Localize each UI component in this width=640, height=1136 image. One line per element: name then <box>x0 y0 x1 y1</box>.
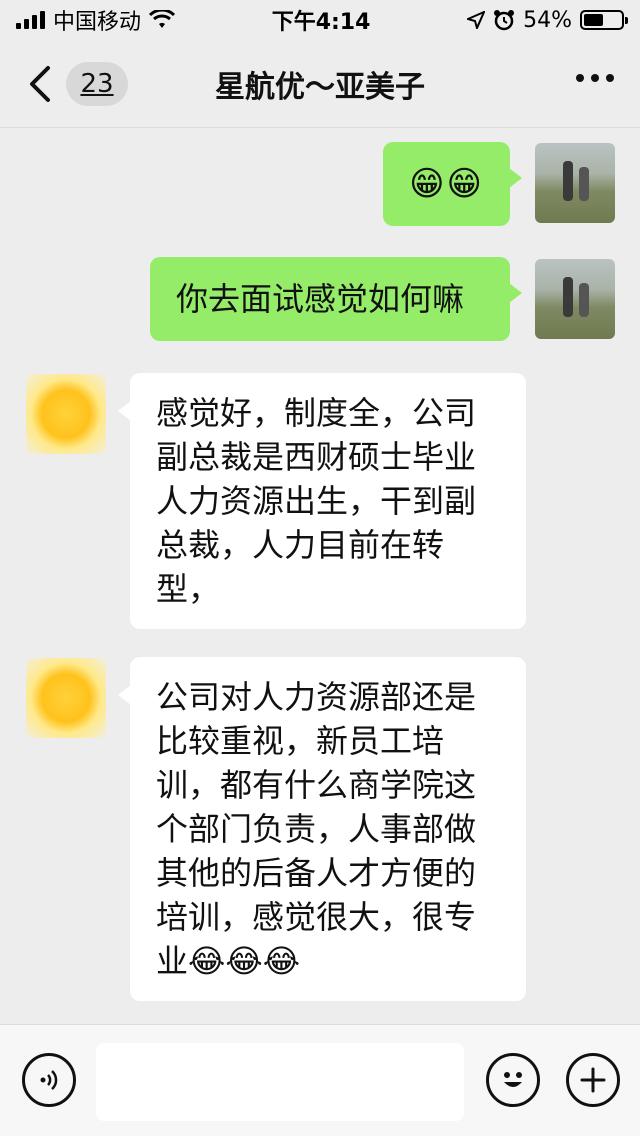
message-input[interactable] <box>96 1043 464 1121</box>
message-text: 公司对人力资源部还是比较重视，新员工培训，都有什么商学院这个部门负责，人事部做其… <box>156 678 477 980</box>
status-left: 中国移动 <box>16 4 176 36</box>
status-bar: 中国移动 下午4:14 54% <box>0 0 640 40</box>
chevron-left-icon <box>30 66 50 102</box>
message-list[interactable]: 😁😁 你去面试感觉如何嘛 感觉好，制度全，公司副总裁是西财硕士毕业人力资源出生，… <box>0 128 640 1023</box>
emoji-button[interactable] <box>486 1053 540 1107</box>
back-button[interactable]: 23 <box>26 62 128 106</box>
message-bubble-incoming[interactable]: 公司对人力资源部还是比较重视，新员工培训，都有什么商学院这个部门负责，人事部做其… <box>118 657 526 1001</box>
battery-percent: 54% <box>523 7 572 33</box>
location-icon <box>467 11 486 29</box>
message-bubble-outgoing[interactable]: 你去面试感觉如何嘛 <box>150 257 522 341</box>
message-text: 感觉好，制度全，公司副总裁是西财硕士毕业人力资源出生，干到副总裁，人力目前在转型… <box>156 394 477 608</box>
input-bar <box>0 1024 640 1136</box>
battery-icon <box>580 10 628 30</box>
status-right: 54% <box>467 7 628 33</box>
more-actions-button[interactable] <box>566 1053 620 1107</box>
unread-count-badge: 23 <box>66 62 128 106</box>
message-bubble-incoming[interactable]: 感觉好，制度全，公司副总裁是西财硕士毕业人力资源出生，干到副总裁，人力目前在转型… <box>118 373 526 629</box>
message-text: 😁😁 <box>409 164 484 204</box>
chat-title: 星航优～亚美子 <box>215 69 425 105</box>
smile-icon <box>504 1072 522 1087</box>
wifi-icon <box>149 10 176 28</box>
contact-avatar[interactable] <box>26 374 106 454</box>
voice-button[interactable] <box>22 1053 76 1107</box>
battery-fill <box>584 14 604 26</box>
signal-icon <box>16 11 45 29</box>
alarm-icon <box>494 10 515 31</box>
my-avatar[interactable] <box>535 143 615 223</box>
carrier-name: 中国移动 <box>53 10 142 35</box>
status-time: 下午4:14 <box>271 10 371 35</box>
contact-avatar[interactable] <box>26 658 106 738</box>
my-avatar[interactable] <box>535 259 615 339</box>
message-text: 你去面试感觉如何嘛 <box>176 280 465 318</box>
voice-icon <box>40 1070 58 1090</box>
plus-icon <box>580 1067 606 1093</box>
message-bubble-outgoing[interactable]: 😁😁 <box>383 142 522 226</box>
chat-header: 23 星航优～亚美子 <box>0 40 640 128</box>
more-dots-icon[interactable] <box>576 74 614 82</box>
